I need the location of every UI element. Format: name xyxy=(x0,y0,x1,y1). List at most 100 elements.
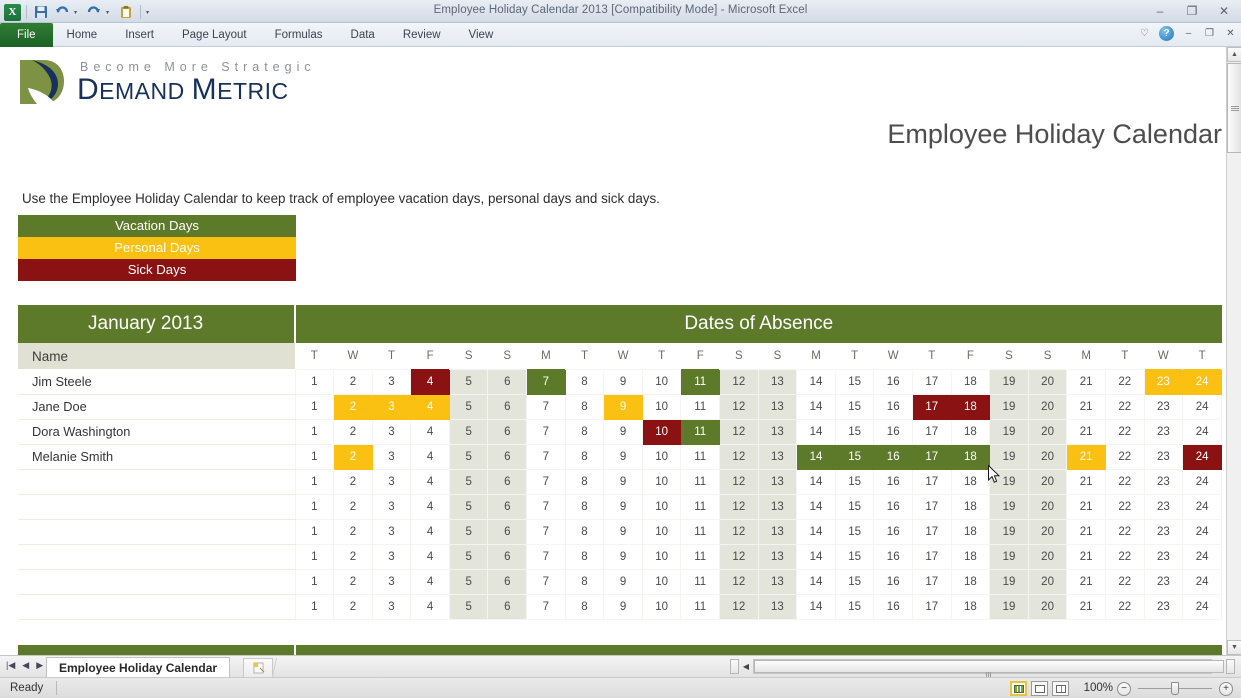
day-cell-january-5[interactable]: 5 xyxy=(448,393,489,420)
day-cell-january-8[interactable]: 8 xyxy=(564,393,605,420)
day-cell-january-3[interactable]: 3 xyxy=(371,368,412,395)
employee-name-cell[interactable]: Jim Steele xyxy=(18,369,295,395)
day-cell-january-13[interactable]: 13 xyxy=(757,568,798,595)
day-cell-january-5[interactable]: 5 xyxy=(448,493,489,520)
day-cell-january-21[interactable]: 21 xyxy=(1066,568,1106,595)
employee-name-cell[interactable] xyxy=(18,569,295,595)
day-cell-january-9[interactable]: 9 xyxy=(603,368,643,395)
day-cell-january-12[interactable]: 12 xyxy=(719,443,759,470)
day-cell-january-16[interactable]: 16 xyxy=(873,443,913,470)
day-cell-january-12[interactable]: 12 xyxy=(719,368,759,395)
day-cell-january-1[interactable]: 1 xyxy=(294,468,335,495)
day-cell-january-2[interactable]: 2 xyxy=(333,568,373,595)
day-cell-january-21[interactable]: 21 xyxy=(1066,493,1106,520)
day-cell-january-7[interactable]: 7 xyxy=(526,593,566,620)
day-cell-january-19[interactable]: 19 xyxy=(989,393,1029,420)
day-cell-january-4[interactable]: 4 xyxy=(410,493,450,520)
day-cell-january-13[interactable]: 13 xyxy=(757,368,798,395)
day-cell-january-6[interactable]: 6 xyxy=(487,368,528,395)
day-cell-january-6[interactable]: 6 xyxy=(487,393,528,420)
day-cell-january-8[interactable]: 8 xyxy=(564,593,605,620)
day-cell-january-12[interactable]: 12 xyxy=(719,493,759,520)
day-cell-january-20[interactable]: 20 xyxy=(1027,368,1068,395)
table-row[interactable]: Jane Doe 1 2 3 4 5 6 7 8 9 10 11 12 13 14 15 16 17 18 19 20 2… xyxy=(18,393,1223,420)
day-cell-january-21[interactable]: 21 xyxy=(1066,468,1106,495)
first-sheet-icon[interactable]: |◀ xyxy=(6,660,15,671)
day-cell-january-19[interactable]: 19 xyxy=(989,568,1029,595)
day-cell-january-20[interactable]: 20 xyxy=(1027,568,1068,595)
tab-review[interactable]: Review xyxy=(389,23,455,47)
day-cell-january-12[interactable]: 12 xyxy=(719,593,759,620)
day-cell-january-19[interactable]: 19 xyxy=(989,518,1029,545)
day-cell-january-20[interactable]: 20 xyxy=(1027,393,1068,420)
zoom-slider[interactable]: − + xyxy=(1117,681,1233,696)
day-cell-january-10[interactable]: 10 xyxy=(641,568,682,595)
day-cell-january-11[interactable]: 11 xyxy=(680,418,721,445)
day-cell-january-12[interactable]: 12 xyxy=(719,393,759,420)
tab-insert[interactable]: Insert xyxy=(111,23,168,47)
day-cell-january-23[interactable]: 23 xyxy=(1143,593,1184,620)
restore-button[interactable]: ❐ xyxy=(1181,3,1203,19)
tab-data[interactable]: Data xyxy=(337,23,389,47)
day-cell-january-14[interactable]: 14 xyxy=(796,593,836,620)
day-cell-january-16[interactable]: 16 xyxy=(873,568,913,595)
day-cell-january-18[interactable]: 18 xyxy=(950,493,991,520)
day-cell-january-1[interactable]: 1 xyxy=(294,568,335,595)
day-cell-january-24[interactable]: 24 xyxy=(1182,518,1223,545)
day-cell-january-3[interactable]: 3 xyxy=(371,418,412,445)
day-cell-january-21[interactable]: 21 xyxy=(1066,543,1106,570)
day-cell-january-8[interactable]: 8 xyxy=(564,568,605,595)
day-cell-january-14[interactable]: 14 xyxy=(796,468,836,495)
day-cell-january-4[interactable]: 4 xyxy=(410,418,450,445)
day-cell-january-15[interactable]: 15 xyxy=(834,368,875,395)
day-cell-january-7[interactable]: 7 xyxy=(526,443,566,470)
day-cell-january-16[interactable]: 16 xyxy=(873,368,913,395)
tab-splitter[interactable] xyxy=(730,659,739,674)
day-cell-january-23[interactable]: 23 xyxy=(1143,518,1184,545)
day-cell-january-3[interactable]: 3 xyxy=(371,493,412,520)
day-cell-january-11[interactable]: 11 xyxy=(680,593,721,620)
day-cell-january-20[interactable]: 20 xyxy=(1027,493,1068,520)
day-cell-january-12[interactable]: 12 xyxy=(719,468,759,495)
day-cell-january-16[interactable]: 16 xyxy=(873,493,913,520)
day-cell-january-2[interactable]: 2 xyxy=(333,543,373,570)
day-cell-january-13[interactable]: 13 xyxy=(757,443,798,470)
tab-split-handle[interactable] xyxy=(271,658,303,677)
day-cell-january-1[interactable]: 1 xyxy=(294,393,335,420)
day-cell-january-18[interactable]: 18 xyxy=(950,443,991,470)
day-cell-january-14[interactable]: 14 xyxy=(796,368,836,395)
day-cell-january-22[interactable]: 22 xyxy=(1104,568,1145,595)
next-sheet-icon[interactable]: ▶ xyxy=(36,660,43,671)
day-cell-january-8[interactable]: 8 xyxy=(564,443,605,470)
day-cell-january-18[interactable]: 18 xyxy=(950,593,991,620)
day-cell-january-4[interactable]: 4 xyxy=(410,393,450,420)
day-cell-january-15[interactable]: 15 xyxy=(834,543,875,570)
employee-name-cell[interactable] xyxy=(18,594,295,620)
help-icon[interactable]: ? xyxy=(1159,26,1174,41)
day-cell-january-4[interactable]: 4 xyxy=(410,568,450,595)
table-row[interactable]: Jim Steele 1 2 3 4 5 6 7 8 9 10 11 12 13 14 15 16 17 18 19 2… xyxy=(18,368,1223,395)
day-cell-january-13[interactable]: 13 xyxy=(757,543,798,570)
restore-window-icon[interactable]: ❐ xyxy=(1203,28,1216,39)
zoom-in-button[interactable]: + xyxy=(1219,681,1233,696)
day-cell-january-17[interactable]: 17 xyxy=(912,568,952,595)
close-workbook-icon[interactable]: ✕ xyxy=(1224,28,1237,39)
day-cell-january-6[interactable]: 6 xyxy=(487,443,528,470)
day-cell-january-14[interactable]: 14 xyxy=(796,443,836,470)
horizontal-split-handle[interactable] xyxy=(1226,659,1235,674)
day-cell-january-1[interactable]: 1 xyxy=(294,443,335,470)
day-cell-january-19[interactable]: 19 xyxy=(989,368,1029,395)
day-cell-january-6[interactable]: 6 xyxy=(487,493,528,520)
day-cell-january-9[interactable]: 9 xyxy=(603,418,643,445)
vertical-scrollbar[interactable]: ▲ ▼ xyxy=(1226,47,1241,655)
day-cell-january-22[interactable]: 22 xyxy=(1104,418,1145,445)
day-cell-january-18[interactable]: 18 xyxy=(950,568,991,595)
day-cell-january-7[interactable]: 7 xyxy=(526,493,566,520)
day-cell-january-23[interactable]: 23 xyxy=(1143,468,1184,495)
day-cell-january-14[interactable]: 14 xyxy=(796,568,836,595)
scroll-down-button[interactable]: ▼ xyxy=(1227,640,1241,655)
day-cell-january-15[interactable]: 15 xyxy=(834,593,875,620)
day-cell-january-19[interactable]: 19 xyxy=(989,418,1029,445)
day-cell-january-10[interactable]: 10 xyxy=(641,393,682,420)
table-row[interactable]: 1 2 3 4 5 6 7 8 9 10 11 12 13 14 15 16 17 18 19 20 21 22 23 24 xyxy=(18,568,1223,595)
